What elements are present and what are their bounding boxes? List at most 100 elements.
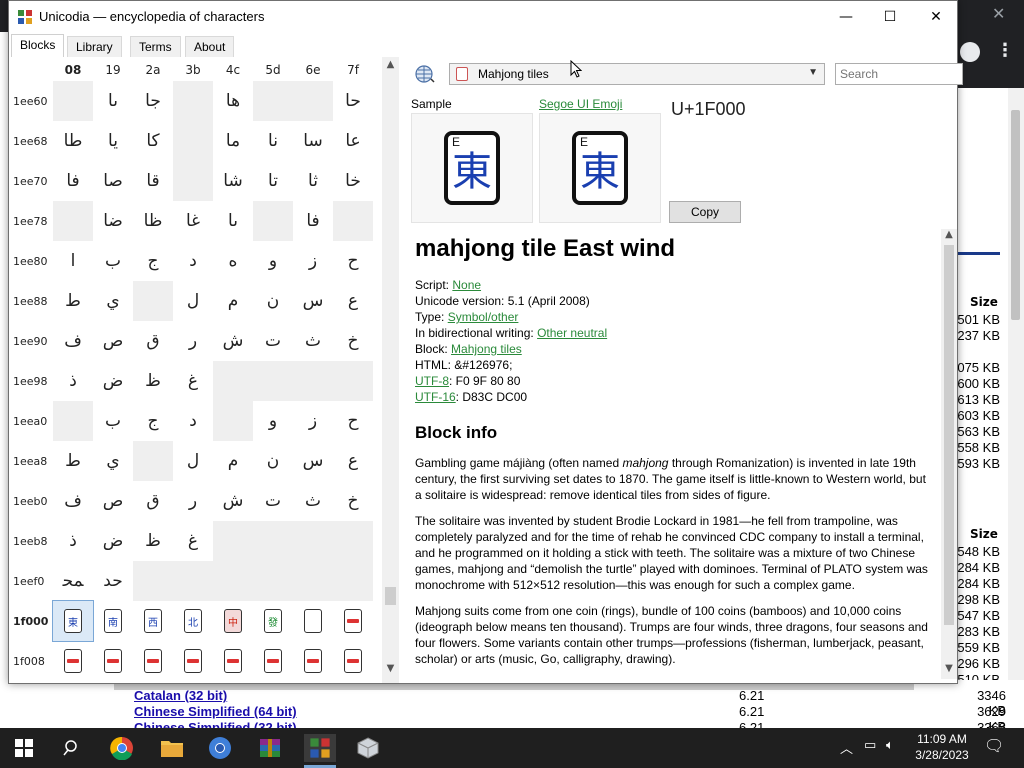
glyph-cell[interactable]: ما <box>213 121 253 161</box>
glyph-cell[interactable]: ر <box>173 321 213 361</box>
glyph-cell[interactable]: ض <box>93 521 133 561</box>
glyph-cell[interactable]: قا <box>133 161 173 201</box>
glyph-cell[interactable]: غ <box>173 521 213 561</box>
start-button[interactable] <box>10 734 38 762</box>
glyph-cell[interactable] <box>93 641 133 681</box>
glyph-cell[interactable]: ضا <box>93 201 133 241</box>
glyph-cell[interactable]: و <box>253 401 293 441</box>
glyph-cell[interactable]: ط <box>53 441 93 481</box>
glyph-cell[interactable]: 東 <box>52 600 94 642</box>
glyph-cell[interactable] <box>213 641 253 681</box>
scroll-down-icon[interactable]: ▼ <box>382 663 399 677</box>
glyph-cell[interactable]: ز <box>293 241 333 281</box>
glyph-cell[interactable]: حد <box>93 561 133 601</box>
glyph-cell[interactable] <box>253 641 293 681</box>
glyph-cell[interactable]: عا <box>333 121 373 161</box>
network-icon[interactable]: ▭ <box>864 738 876 753</box>
tab-library[interactable]: Library <box>67 36 122 58</box>
clock-date[interactable]: 3/28/2023 <box>910 748 974 762</box>
glyph-cell[interactable]: يا <box>93 121 133 161</box>
glyph-cell[interactable]: ي <box>93 281 133 321</box>
scroll-up-icon[interactable]: ▲ <box>382 59 399 73</box>
close-button[interactable]: ✕ <box>913 1 959 33</box>
glyph-cell[interactable]: فا <box>53 161 93 201</box>
glyph-cell[interactable]: ق <box>133 481 173 521</box>
glyph-cell[interactable]: ثا <box>293 161 333 201</box>
glyph-cell[interactable]: و <box>253 241 293 281</box>
download-link[interactable]: Chinese Simplified (64 bit) <box>134 704 297 719</box>
property-key[interactable]: UTF-16 <box>415 390 456 404</box>
glyph-cell[interactable]: غا <box>173 201 213 241</box>
property-key[interactable]: UTF-8 <box>415 374 449 388</box>
app-taskbar-button[interactable] <box>354 734 382 762</box>
glyph-cell[interactable]: خ <box>333 321 373 361</box>
glyph-cell[interactable]: 北 <box>173 601 213 641</box>
glyph-cell[interactable]: ف <box>53 321 93 361</box>
show-hidden-icons-icon[interactable]: ︿ <box>840 738 853 757</box>
glyph-cell[interactable]: ٮا <box>213 201 253 241</box>
scroll-down-icon[interactable]: ▼ <box>941 663 957 677</box>
browser-scrollbar-thumb[interactable] <box>1011 110 1020 320</box>
scroll-up-icon[interactable]: ▲ <box>941 229 957 243</box>
chrome-beta-taskbar-button[interactable] <box>206 734 234 762</box>
glyph-cell[interactable]: ث <box>293 481 333 521</box>
glyph-cell[interactable]: ت <box>253 481 293 521</box>
glyph-cell[interactable] <box>293 641 333 681</box>
glyph-cell[interactable]: ش <box>213 321 253 361</box>
glyph-cell[interactable]: ح <box>333 401 373 441</box>
glyph-cell[interactable]: نا <box>253 121 293 161</box>
glyph-cell[interactable]: ض <box>93 361 133 401</box>
volume-icon[interactable]: 🔈︎ <box>886 738 894 753</box>
glyph-cell[interactable]: د <box>173 401 213 441</box>
font-link[interactable]: Segoe UI Emoji <box>539 97 622 111</box>
winrar-taskbar-button[interactable] <box>256 734 284 762</box>
glyph-cell[interactable]: 南 <box>93 601 133 641</box>
glyph-cell[interactable]: فا <box>293 201 333 241</box>
info-scrollbar-thumb[interactable] <box>944 245 954 625</box>
maximize-button[interactable]: ☐ <box>867 1 913 33</box>
glyph-cell[interactable]: سا <box>293 121 333 161</box>
glyph-cell[interactable]: ب <box>93 241 133 281</box>
glyph-cell[interactable]: ر <box>173 481 213 521</box>
copy-button[interactable]: Copy <box>669 201 741 223</box>
glyph-cell[interactable]: ص <box>93 321 133 361</box>
browser-menu-icon[interactable]: ⋮ <box>996 40 1014 61</box>
glyph-cell[interactable]: 西 <box>133 601 173 641</box>
glyph-cell[interactable]: ط <box>53 281 93 321</box>
minimize-button[interactable]: — <box>823 1 869 33</box>
property-value[interactable]: None <box>452 278 481 292</box>
property-value[interactable]: Other neutral <box>537 326 607 340</box>
glyph-cell[interactable]: ذ <box>53 361 93 401</box>
glyph-cell[interactable]: ظا <box>133 201 173 241</box>
glyph-cell[interactable]: ه <box>213 241 253 281</box>
glyph-cell[interactable] <box>293 601 333 641</box>
tab-blocks[interactable]: Blocks <box>11 34 65 58</box>
block-select[interactable]: Mahjong tiles ▼ <box>449 63 825 85</box>
file-explorer-button[interactable] <box>158 734 186 762</box>
glyph-cell[interactable]: ب <box>93 401 133 441</box>
glyph-cell[interactable]: ذ <box>53 521 93 561</box>
unicodia-taskbar-button[interactable] <box>304 734 336 762</box>
glyph-cell[interactable]: ع <box>333 281 373 321</box>
glyph-cell[interactable]: ز <box>293 401 333 441</box>
glyph-cell[interactable]: خ <box>333 481 373 521</box>
glyph-cell[interactable]: ف <box>53 481 93 521</box>
glyph-cell[interactable]: م <box>213 281 253 321</box>
glyph-cell[interactable]: ها <box>213 81 253 121</box>
glyph-cell[interactable] <box>173 641 213 681</box>
glyph-cell[interactable]: ح <box>333 241 373 281</box>
globe-icon[interactable] <box>413 63 437 85</box>
glyph-cell[interactable]: ج <box>133 241 173 281</box>
profile-icon[interactable] <box>960 42 980 62</box>
glyph-cell[interactable]: طا <box>53 121 93 161</box>
download-link[interactable]: Catalan (32 bit) <box>134 688 227 703</box>
glyph-cell[interactable]: ٮا <box>93 81 133 121</box>
browser-close-icon[interactable]: ✕ <box>992 4 1005 23</box>
glyph-cell[interactable]: كا <box>133 121 173 161</box>
info-scrollbar[interactable]: ▲ ▼ <box>941 229 957 679</box>
glyph-cell[interactable]: ل <box>173 441 213 481</box>
glyph-cell[interactable]: ا <box>53 241 93 281</box>
title-bar[interactable]: Unicodia — encyclopedia of characters — … <box>9 1 957 33</box>
glyph-cell[interactable] <box>333 601 373 641</box>
glyph-cell[interactable]: خا <box>333 161 373 201</box>
